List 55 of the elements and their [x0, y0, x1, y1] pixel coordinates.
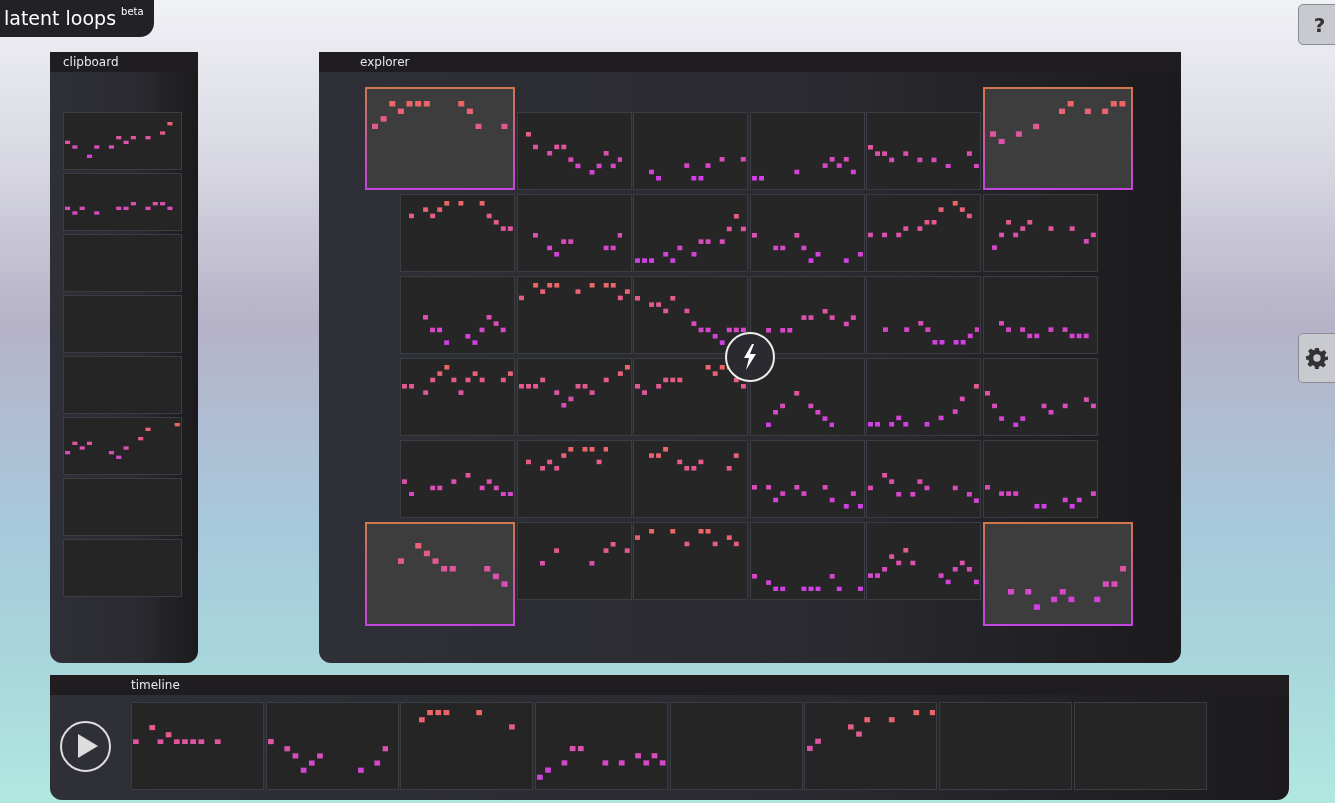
pattern-tile[interactable] — [749, 112, 865, 190]
anchor-pattern-tile[interactable] — [365, 87, 515, 190]
play-icon — [77, 734, 98, 758]
pattern-tile[interactable] — [749, 440, 865, 518]
pattern-tile[interactable] — [516, 194, 632, 272]
beta-label: beta — [121, 6, 144, 18]
pattern-slot[interactable] — [63, 173, 182, 231]
pattern-slot[interactable] — [535, 702, 669, 790]
pattern-tile[interactable] — [400, 440, 515, 518]
pattern-tile[interactable] — [866, 522, 982, 600]
pattern-tile[interactable] — [400, 276, 515, 354]
pattern-tile[interactable] — [633, 440, 749, 518]
settings-icon — [1305, 347, 1328, 369]
pattern-tile[interactable] — [749, 276, 865, 354]
pattern-tile[interactable] — [516, 440, 632, 518]
anchor-pattern-tile[interactable] — [982, 522, 1133, 626]
pattern-tile[interactable] — [866, 112, 982, 190]
pattern-tile[interactable] — [982, 276, 1098, 354]
pattern-slot[interactable] — [804, 702, 938, 790]
help-button[interactable]: ? — [1298, 4, 1335, 45]
pattern-tile[interactable] — [400, 358, 515, 436]
pattern-tile[interactable] — [982, 194, 1098, 272]
pattern-slot[interactable] — [63, 112, 182, 170]
pattern-tile[interactable] — [982, 440, 1098, 518]
pattern-tile[interactable] — [866, 358, 982, 436]
pattern-tile[interactable] — [749, 522, 865, 600]
pattern-tile[interactable] — [749, 194, 865, 272]
app-title: latent loops — [4, 6, 117, 30]
pattern-slot[interactable] — [131, 702, 264, 790]
pattern-tile[interactable] — [516, 112, 632, 190]
pattern-tile[interactable] — [516, 276, 632, 354]
panel-title: explorer — [360, 54, 410, 71]
pattern-tile[interactable] — [633, 276, 749, 354]
pattern-tile[interactable] — [866, 440, 982, 518]
pattern-tile[interactable] — [633, 112, 749, 190]
lightning-icon — [742, 344, 758, 370]
pattern-tile[interactable] — [982, 358, 1098, 436]
pattern-tile[interactable] — [866, 276, 982, 354]
pattern-tile[interactable] — [633, 358, 749, 436]
pattern-tile[interactable] — [866, 194, 982, 272]
play-button[interactable] — [60, 720, 111, 772]
anchor-pattern-tile[interactable] — [365, 522, 515, 626]
pattern-slot[interactable] — [63, 417, 182, 475]
pattern-slot[interactable] — [265, 702, 399, 790]
pattern-tile[interactable] — [633, 522, 749, 600]
pattern-tile[interactable] — [633, 194, 749, 272]
pattern-tile[interactable] — [516, 522, 632, 600]
pattern-tile[interactable] — [516, 358, 632, 436]
panel-title: timeline — [131, 677, 180, 694]
anchor-pattern-tile[interactable] — [982, 87, 1133, 190]
panel-title: clipboard — [63, 54, 119, 71]
note-pattern-drawing — [765, 390, 835, 427]
settings-button[interactable] — [1298, 333, 1335, 383]
pattern-tile[interactable] — [400, 194, 515, 272]
pattern-tile[interactable] — [749, 358, 865, 436]
